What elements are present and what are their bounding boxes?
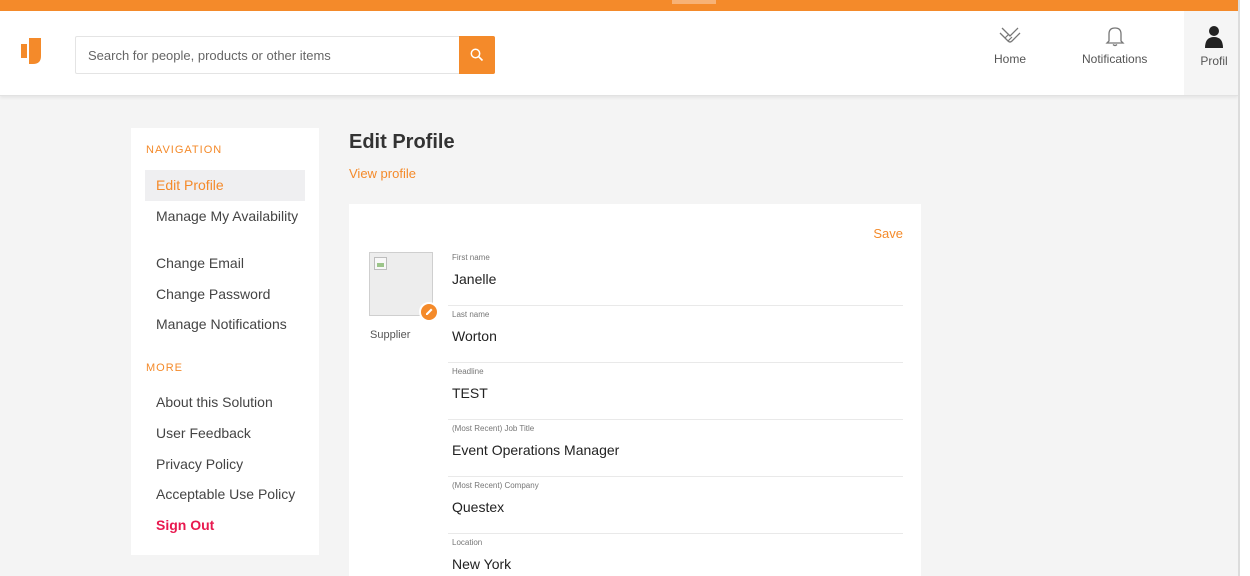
broken-image-icon: [374, 257, 387, 270]
location-value[interactable]: New York: [452, 556, 511, 572]
app-frame: Home Notifications Profil NAVIGATION Edi…: [0, 0, 1240, 576]
search-input[interactable]: [76, 37, 460, 73]
sidebar-item-manage-notifications[interactable]: Manage Notifications: [145, 316, 305, 333]
view-profile-link[interactable]: View profile: [349, 166, 416, 181]
settings-sidebar: NAVIGATION Edit Profile Manage My Availa…: [131, 128, 319, 555]
nav-notifications-label: Notifications: [1082, 52, 1148, 66]
role-label: Supplier: [370, 329, 411, 341]
search-icon: [470, 48, 484, 62]
save-button[interactable]: Save: [873, 226, 903, 241]
more-section-label: MORE: [146, 362, 183, 374]
sidebar-item-change-password[interactable]: Change Password: [145, 286, 305, 303]
company-field[interactable]: (Most Recent) Company Questex: [448, 477, 903, 534]
nav-profile[interactable]: Profil: [1184, 11, 1238, 95]
location-field[interactable]: Location New York: [448, 534, 903, 576]
page-title: Edit Profile: [349, 131, 455, 153]
nav-notifications[interactable]: Notifications: [1082, 25, 1147, 66]
job-title-value[interactable]: Event Operations Manager: [452, 442, 619, 458]
sidebar-item-sign-out[interactable]: Sign Out: [145, 517, 305, 534]
sidebar-item-privacy-policy[interactable]: Privacy Policy: [145, 456, 305, 473]
nav-home-label: Home: [994, 52, 1027, 66]
bell-icon: [1105, 27, 1125, 47]
first-name-label: First name: [452, 253, 490, 262]
sidebar-item-user-feedback[interactable]: User Feedback: [145, 425, 305, 442]
top-accent-bar: [0, 0, 1238, 11]
company-label: (Most Recent) Company: [452, 481, 539, 490]
location-label: Location: [452, 538, 483, 547]
search-button[interactable]: [459, 36, 495, 74]
profile-form-card: Save Supplier First name Janelle Last na…: [349, 204, 921, 576]
sidebar-item-edit-profile[interactable]: Edit Profile: [145, 170, 305, 201]
top-header: Home Notifications Profil: [0, 11, 1238, 96]
nav-home[interactable]: Home: [994, 25, 1026, 66]
company-value[interactable]: Questex: [452, 499, 504, 515]
search-bar: [75, 36, 495, 74]
sidebar-item-change-email[interactable]: Change Email: [145, 255, 305, 272]
handshake-icon: [999, 27, 1021, 43]
first-name-value[interactable]: Janelle: [452, 271, 496, 287]
headline-field[interactable]: Headline TEST: [448, 363, 903, 420]
pencil-icon: [426, 308, 433, 315]
nav-profile-label: Profil: [1200, 54, 1228, 68]
top-accent-tab: [672, 0, 716, 4]
navigation-section-label: NAVIGATION: [146, 144, 223, 156]
sidebar-item-manage-availability[interactable]: Manage My Availability: [145, 208, 305, 225]
last-name-label: Last name: [452, 310, 490, 319]
edit-avatar-button[interactable]: [419, 302, 439, 322]
last-name-field[interactable]: Last name Worton: [448, 306, 903, 363]
first-name-field[interactable]: First name Janelle: [448, 249, 903, 306]
headline-label: Headline: [452, 367, 484, 376]
headline-value[interactable]: TEST: [452, 385, 488, 401]
sidebar-item-about[interactable]: About this Solution: [145, 394, 305, 411]
last-name-value[interactable]: Worton: [452, 328, 497, 344]
sidebar-item-acceptable-use[interactable]: Acceptable Use Policy: [145, 486, 305, 503]
job-title-field[interactable]: (Most Recent) Job Title Event Operations…: [448, 420, 903, 477]
job-title-label: (Most Recent) Job Title: [452, 424, 535, 433]
person-icon: [1205, 26, 1223, 48]
brand-logo-icon[interactable]: [21, 38, 47, 66]
